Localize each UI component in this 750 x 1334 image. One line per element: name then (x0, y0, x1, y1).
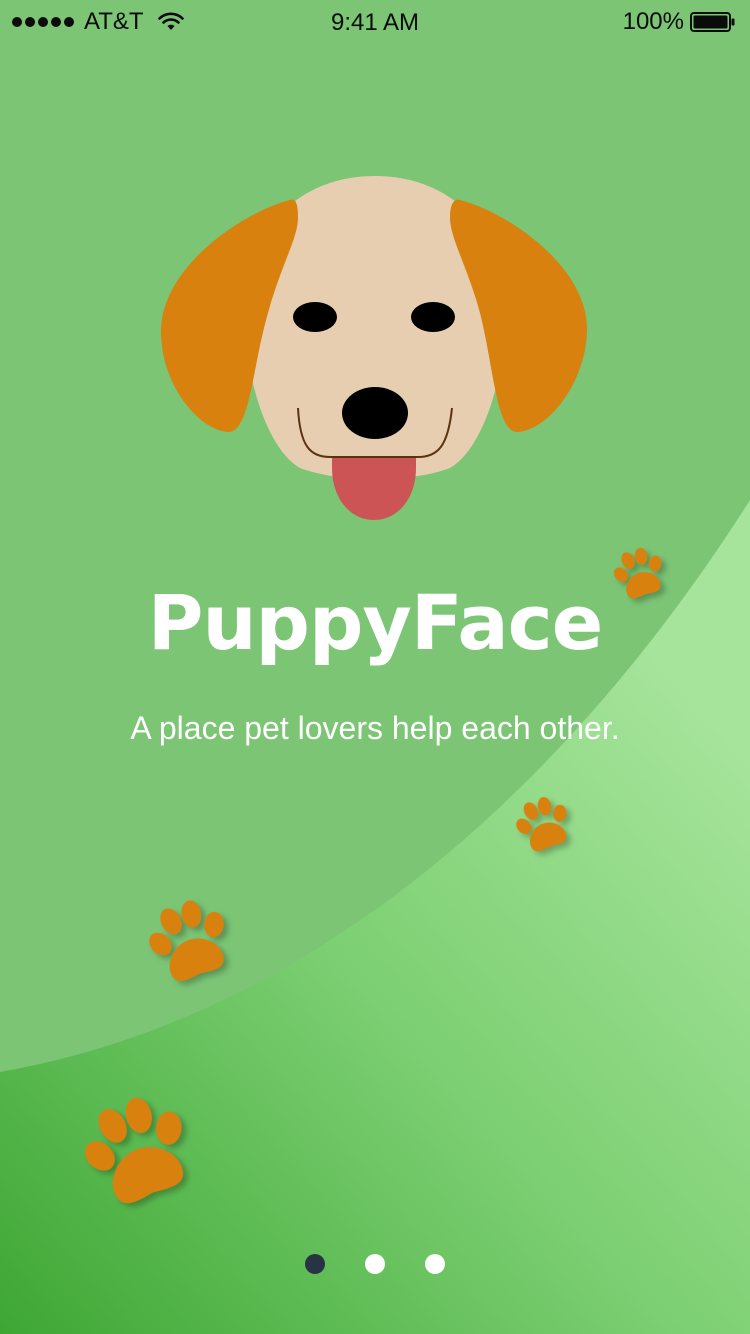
status-right: 100% (623, 8, 736, 36)
page-indicator (0, 1254, 750, 1274)
onboarding-screen: AT&T 9:41 AM 100% PuppyFace A place pet … (0, 0, 750, 1334)
battery-percentage: 100% (622, 8, 684, 35)
status-bar: AT&T 9:41 AM 100% (0, 0, 750, 44)
puppy-face-icon (160, 176, 588, 520)
page-dot-2[interactable] (365, 1254, 385, 1274)
page-dot-3[interactable] (425, 1254, 445, 1274)
page-dot-1[interactable] (305, 1254, 325, 1274)
tagline: A place pet lovers help each other. (130, 710, 620, 746)
battery-icon (690, 12, 735, 32)
